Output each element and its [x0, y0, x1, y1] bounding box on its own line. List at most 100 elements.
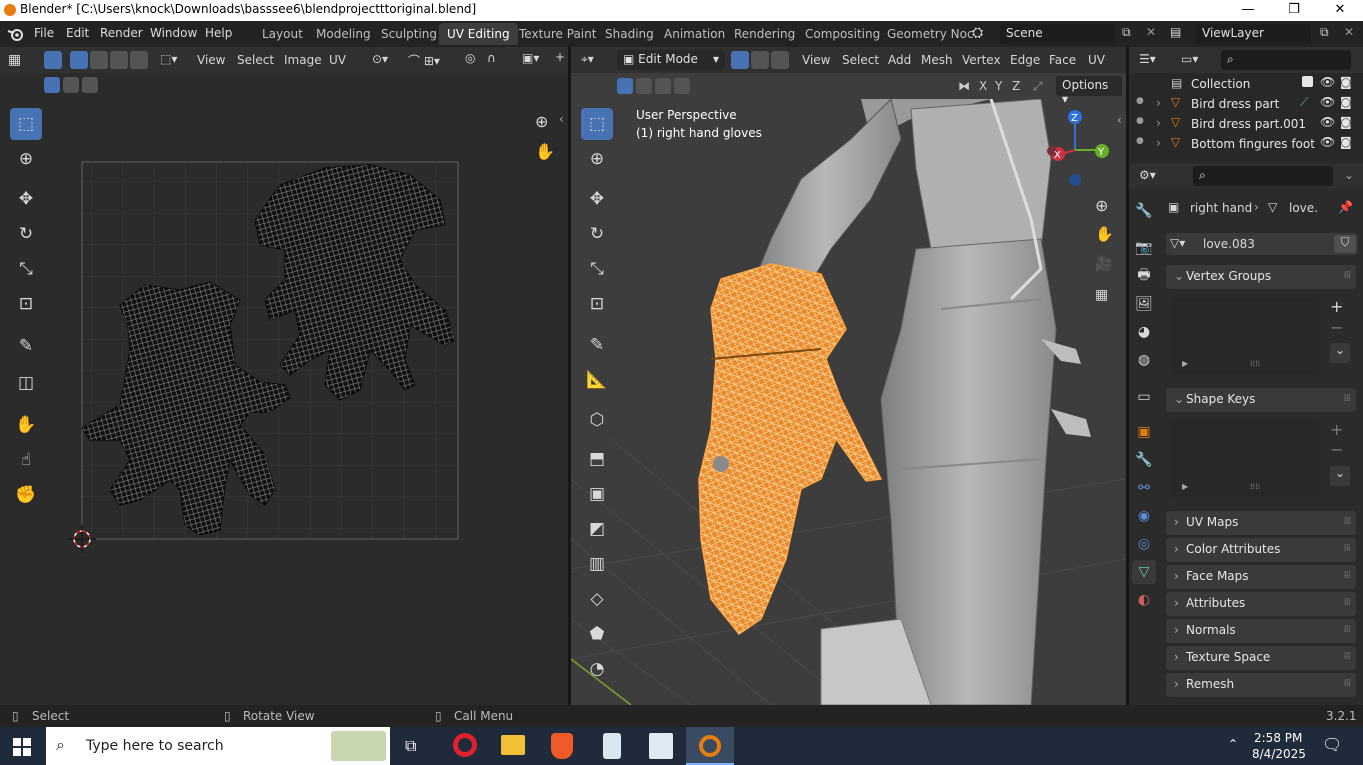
blender-taskbar-button[interactable] [686, 727, 734, 765]
image-display-icon[interactable]: ▣▾ [522, 51, 539, 65]
maximize-button[interactable]: ❐ [1271, 0, 1317, 21]
properties-search-field[interactable]: ⌕ [1193, 166, 1333, 186]
material-tab-icon[interactable]: ◐ [1132, 588, 1156, 612]
list-resize-icon[interactable]: ⁞⁞⁞⁞ [1250, 482, 1260, 491]
viewport-menu-vertex[interactable]: Vertex [962, 53, 1001, 67]
viewport-pan-icon[interactable]: ✋ [1095, 225, 1114, 243]
specials-dropdown-icon[interactable]: ⌄ [1330, 343, 1350, 363]
viewport-scale-icon[interactable]: ⤡ [581, 253, 613, 285]
drag-grip-icon[interactable]: ⁞⁞⁞ [1343, 678, 1350, 689]
face-select-icon[interactable] [771, 51, 789, 69]
toggle-perspective-icon[interactable]: ▦ [1095, 287, 1108, 303]
blender-menu-icon[interactable] [7, 26, 25, 42]
delete-scene-icon[interactable]: ✕ [1146, 25, 1156, 39]
clock-time[interactable]: 2:58 PM [1254, 731, 1302, 745]
task-view-icon[interactable]: ⧉ [405, 736, 416, 756]
viewport-menu-uv[interactable]: UV [1088, 53, 1105, 67]
camera-icon[interactable]: ◙ [1340, 115, 1352, 129]
uv-canvas[interactable] [60, 150, 480, 560]
windows-start-icon[interactable] [13, 738, 31, 756]
outliner-search-field[interactable]: ⌕ [1221, 50, 1351, 70]
uv-menu-view[interactable]: View [197, 53, 225, 67]
panel-normals[interactable]: › Normals ⁞⁞⁞ [1166, 619, 1356, 643]
panel-uv-maps[interactable]: › UV Maps ⁞⁞⁞ [1166, 511, 1356, 535]
menu-edit[interactable]: Edit [66, 26, 89, 40]
select-new-icon[interactable] [44, 77, 60, 93]
viewport-select-new-icon[interactable] [617, 78, 633, 94]
notification-icon[interactable]: 🗨 [1322, 735, 1342, 754]
app-icon[interactable] [603, 733, 621, 759]
display-mode-icon[interactable]: ▭▾ [1181, 52, 1198, 66]
shape-key-specials-icon[interactable]: ⌄ [1330, 466, 1350, 486]
tool-tab-icon[interactable]: 🔧 [1132, 199, 1156, 223]
eye-icon[interactable]: 👁 [1320, 95, 1335, 109]
scale-icon[interactable]: ⤡ [10, 253, 42, 285]
knife-icon[interactable]: ◇ [581, 583, 613, 615]
move-icon[interactable]: ✥ [10, 183, 42, 215]
uv-menu-select[interactable]: Select [237, 53, 274, 67]
clock-date[interactable]: 8/4/2025 [1252, 747, 1306, 761]
data-tab-icon[interactable]: ▽ [1132, 560, 1156, 584]
select-subtract-icon[interactable] [82, 77, 98, 93]
inset-icon[interactable]: ▣ [581, 478, 613, 510]
new-scene-icon[interactable]: ⧉ [1122, 25, 1131, 40]
panel-texture-space[interactable]: › Texture Space ⁞⁞⁞ [1166, 646, 1356, 670]
select-box-icon[interactable]: ⬚ [10, 108, 42, 140]
auto-merge-icon[interactable]: ⤢ [1033, 79, 1043, 94]
menu-help[interactable]: Help [205, 26, 232, 40]
scene-selector[interactable]: Scene [1000, 24, 1115, 44]
relax-icon[interactable]: ☝ [10, 444, 42, 476]
uv-menu-image[interactable]: Image [284, 53, 322, 67]
mirror-x[interactable]: X [979, 79, 987, 93]
view-layer-tab-icon[interactable]: 🖼 [1132, 292, 1156, 316]
viewport-cursor-icon[interactable]: ⊕ [581, 143, 613, 175]
tab-sculpting[interactable]: Sculpting [373, 23, 445, 45]
uv-face-mode-icon[interactable] [110, 51, 128, 69]
spin-icon[interactable]: ◔ [581, 653, 613, 685]
taskbar-search-box[interactable]: ⌕ Type here to search [46, 727, 390, 765]
loop-cut-icon[interactable]: ▥ [581, 548, 613, 580]
view-layer-selector[interactable]: ViewLayer [1196, 24, 1311, 44]
extrude-icon[interactable]: ⬒ [581, 443, 613, 475]
remove-shape-key-icon[interactable]: − [1330, 440, 1343, 459]
delete-view-layer-icon[interactable]: ✕ [1344, 25, 1354, 39]
viewport-zoom-icon[interactable]: ⊕ [1095, 196, 1108, 215]
tab-shading[interactable]: Shading [597, 23, 662, 45]
remove-icon[interactable]: − [1330, 318, 1343, 337]
viewport-select-extend-icon[interactable] [636, 78, 652, 94]
expand-arrow-icon[interactable]: › [1156, 136, 1161, 150]
tab-rendering[interactable]: Rendering [726, 23, 803, 45]
outliner-row[interactable]: ▤ Collection 👁 ◙ [1131, 74, 1357, 94]
uv-edge-mode-icon[interactable] [90, 51, 108, 69]
menu-window[interactable]: Window [150, 26, 197, 40]
viewport-menu-add[interactable]: Add [888, 53, 911, 67]
tab-texture-paint[interactable]: Texture Paint [511, 23, 604, 45]
annotate-icon[interactable]: ✎ [10, 330, 42, 362]
add-cube-icon[interactable]: ⬡ [581, 404, 613, 436]
panel-attributes[interactable]: › Attributes ⁞⁞⁞ [1166, 592, 1356, 616]
vertex-groups-list[interactable]: ▶ ⁞⁞⁞⁞ [1172, 297, 1320, 375]
world-tab-icon[interactable]: ◍ [1132, 348, 1156, 372]
physics-tab-icon[interactable]: ◉ [1132, 504, 1156, 528]
drag-grip-icon[interactable]: ⁞⁞⁞ [1343, 597, 1350, 608]
object-tab-icon[interactable]: ▣ [1132, 420, 1156, 444]
drag-grip-icon[interactable]: ⁞⁞⁞ [1343, 570, 1350, 581]
viewport-menu-face[interactable]: Face [1049, 53, 1076, 67]
pan-hand-icon[interactable]: ✋ [535, 142, 555, 161]
expand-arrow-icon[interactable]: › [1156, 96, 1161, 110]
camera-icon[interactable]: ◙ [1340, 135, 1352, 149]
navigation-gizmo[interactable]: Z Y X [1040, 105, 1120, 190]
panel-color-attributes[interactable]: › Color Attributes ⁞⁞⁞ [1166, 538, 1356, 562]
tab-layout[interactable]: Layout [254, 23, 311, 45]
shape-keys-list[interactable]: ▶ ⁞⁞⁞⁞ [1172, 420, 1320, 498]
rip-icon[interactable]: ◫ [10, 367, 42, 399]
pivot-icon[interactable]: ⊙▾ [372, 52, 388, 66]
viewport-select-subtract-icon[interactable] [655, 78, 671, 94]
proportional-edit-icon[interactable]: ◎ [465, 51, 475, 65]
output-tab-icon[interactable]: 🖶 [1132, 264, 1156, 288]
sticky-select-icon[interactable]: ⬚▾ [160, 52, 177, 66]
falloff-icon[interactable]: ∩ [487, 51, 496, 65]
camera-icon[interactable]: ◙ [1340, 95, 1352, 109]
panel-shape-keys[interactable]: ⌄ Shape Keys ⁞⁞⁞ [1166, 388, 1356, 412]
opera-icon[interactable] [453, 733, 477, 757]
